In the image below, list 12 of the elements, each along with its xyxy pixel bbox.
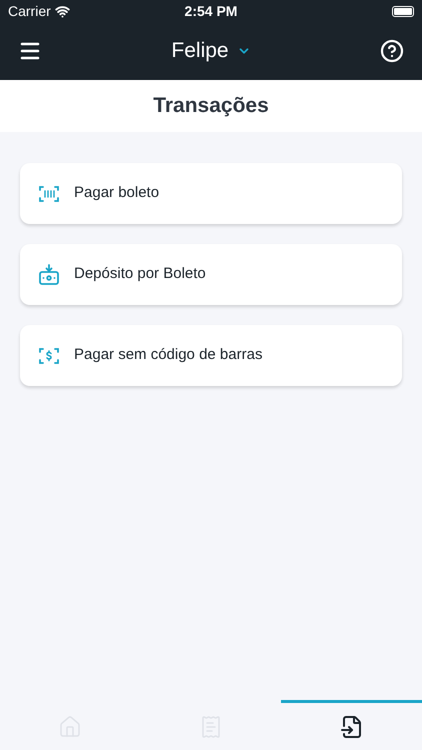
account-selector[interactable]: Felipe: [171, 35, 251, 67]
transaction-option[interactable]: Depósito por Boleto: [20, 244, 402, 305]
page-title: Transações: [153, 93, 269, 120]
status-time: 2:54 PM: [184, 2, 238, 20]
deposit-icon: [38, 264, 60, 286]
transaction-option[interactable]: Pagar sem código de barras: [20, 325, 402, 386]
document-transfer-icon: [340, 714, 364, 738]
help-button[interactable]: [380, 39, 404, 63]
carrier-label: Carrier: [8, 2, 51, 20]
wifi-icon: [54, 4, 70, 18]
battery-icon: [392, 6, 414, 16]
transaction-option[interactable]: Pagar boleto: [20, 163, 402, 224]
